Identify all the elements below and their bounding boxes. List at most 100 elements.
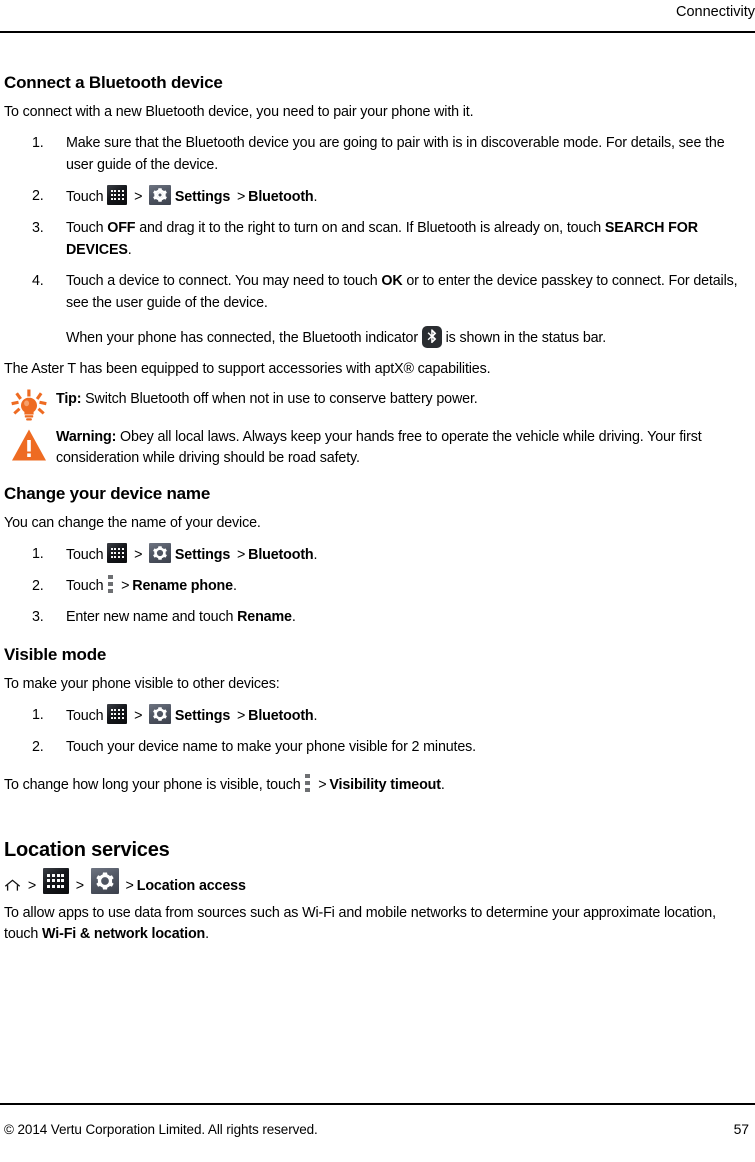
location-text-b: . [205,926,209,942]
header-divider [0,31,755,33]
step-text-a: Enter new name and touch [66,609,238,625]
apps-grid-dots [47,873,65,889]
breadcrumb-separator: > [125,878,134,894]
step-text-prefix: Touch [66,189,104,205]
settings-gear-icon[interactable] [90,868,119,894]
aptx-paragraph: The Aster T has been equipped to support… [4,361,491,377]
bluetooth-indicator-icon [421,326,442,348]
bluetooth-indicator-note: When your phone has connected, the Bluet… [4,326,749,349]
location-access-label: Location access [136,878,246,894]
step-text: Make sure that the Bluetooth device you … [66,135,725,173]
list-item: 1. Make sure that the Bluetooth device y… [4,132,749,176]
page-number: 57 [733,1121,749,1137]
visible-steps: 1. Touch > Settings > Bluetooth. 2. Touch… [4,704,749,758]
footer-divider [0,1103,755,1105]
step-text-prefix: Touch [66,708,104,724]
list-item: 3. Touch OFF and drag it to the right to … [4,217,749,261]
list-item: 1. Touch > Settings > Bluetooth. [4,543,749,566]
bluetooth-label: Bluetooth [248,189,314,205]
rename-label: Rename [237,609,292,625]
step-number: 2. [32,188,44,204]
document-page: Connectivity Connect a Bluetooth device … [0,0,755,1162]
step-text-c: . [127,242,132,258]
visible-intro: To make your phone visible to other devi… [4,676,280,692]
breadcrumb-separator: > [236,708,246,724]
warning-triangle-icon [11,427,47,461]
breadcrumb-separator: > [134,189,143,205]
step-number: 1. [32,546,44,562]
tip-notice: Tip: Switch Bluetooth off when not in us… [4,389,749,421]
tip-text: Switch Bluetooth off when not in use to … [85,391,478,407]
step-text: Touch your device name to make your phon… [66,739,476,755]
list-item: 4. Touch a device to connect. You may nee… [4,270,749,314]
apps-grid-icon[interactable] [107,704,128,724]
settings-label: Settings [174,547,231,563]
step-text-b: and drag it to the right to turn on and … [135,220,605,236]
list-item: 2. Touch your device name to make your p… [4,736,749,758]
apps-grid-icon[interactable] [42,868,69,894]
bluetooth-label: Bluetooth [248,708,314,724]
section-heading-rename: Change your device name [4,484,211,503]
step-text-a: Touch a device to connect. You may need … [66,273,382,289]
step-number: 4. [32,273,44,289]
breadcrumb-separator: > [236,547,246,563]
rename-intro: You can change the name of your device. [4,515,261,531]
settings-label: Settings [174,708,231,724]
breadcrumb-separator: > [27,878,37,894]
breadcrumb-separator: > [75,878,84,894]
copyright-text: © 2014 Vertu Corporation Limited. All ri… [4,1122,318,1137]
location-breadcrumb: > > > Location access [4,868,749,897]
bluetooth-label: Bluetooth [248,547,314,563]
breadcrumb-separator: > [236,189,246,205]
step-number: 3. [32,609,44,625]
warning-text: Obey all local laws. Always keep your ha… [56,429,702,466]
step-text-b: . [291,609,296,625]
settings-gear-icon[interactable] [149,704,172,724]
note-text-a: When your phone has connected, the Bluet… [66,330,418,346]
connect-intro: To connect with a new Bluetooth device, … [4,104,474,120]
list-item: 2. Touch > Rename phone. [4,575,749,597]
breadcrumb-separator: > [121,578,130,594]
breadcrumb-separator: > [134,708,143,724]
apps-grid-dots [110,708,124,720]
settings-gear-icon[interactable] [149,543,172,563]
settings-label: Settings [174,189,231,205]
step-number: 2. [32,739,44,755]
list-item: 3. Enter new name and touch Rename. [4,606,749,628]
step-number: 2. [32,578,44,594]
section-heading-location: Location services [4,839,170,861]
step-text-suffix: . [313,189,318,205]
step-text-prefix: Touch [66,547,104,563]
step-number: 3. [32,220,44,236]
ok-label: OK [381,273,403,289]
step-number: 1. [32,707,44,723]
apps-grid-dots [110,189,124,201]
rename-phone-label: Rename phone [132,578,233,594]
apps-grid-icon[interactable] [107,543,128,563]
step-text-a: Touch [66,220,108,236]
step-text-prefix: Touch [66,578,104,594]
settings-gear-icon[interactable] [149,185,172,205]
list-item: 1. Touch > Settings > Bluetooth. [4,704,749,727]
page-header: Connectivity [0,0,755,40]
timeout-text-a: To change how long your phone is visible… [4,777,301,793]
apps-grid-icon[interactable] [107,185,128,205]
tip-label: Tip: [56,391,82,407]
warning-notice: Warning: Obey all local laws. Always kee… [4,427,749,469]
note-text-b: is shown in the status bar. [445,330,607,346]
overflow-menu-icon[interactable] [304,774,311,793]
overflow-menu-icon[interactable] [107,575,114,594]
apps-grid-dots [110,547,124,559]
section-heading-visible: Visible mode [4,645,107,664]
location-body: To allow apps to use data from sources s… [4,903,749,945]
visibility-timeout-paragraph: To change how long your phone is visible… [4,774,749,796]
step-number: 1. [32,135,44,151]
tip-lightbulb-icon [11,389,47,421]
breadcrumb-separator: > [134,547,143,563]
home-icon[interactable] [4,877,21,893]
page-footer: © 2014 Vertu Corporation Limited. All ri… [4,1119,749,1140]
page-content: Connect a Bluetooth device To connect wi… [4,72,749,954]
header-title: Connectivity [676,4,755,20]
off-label: OFF [107,220,136,236]
connect-steps: 1. Make sure that the Bluetooth device y… [4,132,749,314]
